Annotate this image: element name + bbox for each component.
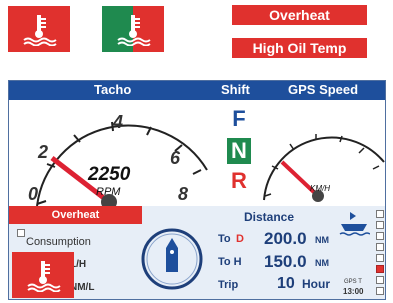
trip-unit: Hour [302,277,330,291]
tacho-header: Tacho [94,82,132,97]
compass-icon [141,228,203,290]
screen-header-bar: Tacho Shift GPS Speed [9,81,385,100]
gps-clock-time: 13:00 [343,287,364,296]
consumption-title: Consumption [26,236,91,248]
overheat-banner: Overheat [232,5,367,25]
shift-header: Shift [221,82,250,97]
tacho-scale-0: 0 [28,184,39,204]
high-oil-temp-banner-label: High Oil Temp [252,40,347,56]
to-d-value: 200.0 [264,229,307,248]
trip-label: Trip [218,279,239,291]
speed-unit: KM/H [310,184,330,193]
to-d-label: To [218,233,231,245]
overheat-banner-label: Overheat [269,7,330,23]
to-d-letter: D [236,233,244,245]
gps-speed-header: GPS Speed [288,82,359,97]
thermometer-oil-icon [117,15,151,46]
rpm-value: 2250 [88,164,131,185]
shift-neutral: N [227,138,251,164]
overheat-overlay-icon [12,252,74,298]
thermometer-water-icon [23,15,57,46]
overheat-warning-icon [8,6,70,52]
to-h-unit: NM [315,258,329,268]
tacho-scale-8: 8 [178,184,189,204]
shift-forward: F [232,106,246,131]
boat-icon [339,212,370,236]
high-oil-temp-banner: High Oil Temp [232,38,367,58]
rpm-unit: RPM [96,186,121,198]
gps-clock-label: GPS T [344,279,362,285]
level-active-segment [376,265,384,273]
consumption-checkbox[interactable] [17,229,25,237]
to-d-unit: NM [315,235,329,245]
distance-title: Distance [244,210,295,224]
tacho-scale-2: 2 [38,142,49,162]
trip-value: 10 [277,275,295,292]
oil-temp-warning-icon [102,6,164,52]
overheat-overlay-label: Overheat [51,209,100,221]
tacho-scale-6: 6 [170,148,181,168]
to-h-label: To H [218,256,242,268]
level-indicator [376,210,384,298]
overheat-overlay-banner: Overheat [9,206,142,224]
shift-reverse: R [231,168,247,193]
to-h-value: 150.0 [264,252,307,271]
thermometer-water-icon [27,261,61,292]
tacho-scale-4: 4 [113,112,124,132]
